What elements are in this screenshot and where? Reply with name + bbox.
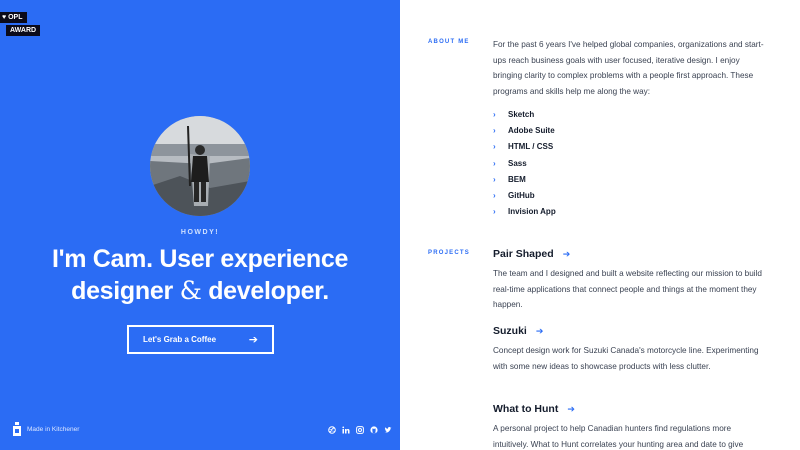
skill-label: Adobe Suite	[508, 125, 555, 135]
avatar-photo	[150, 116, 250, 216]
list-item: › HTML / CSS	[493, 139, 556, 155]
chevron-right-icon: ›	[493, 142, 496, 152]
grab-coffee-button[interactable]: Let's Grab a Coffee ➔	[127, 325, 274, 354]
headline-line2: designer & developer.	[0, 275, 400, 307]
chevron-right-icon: ›	[493, 125, 496, 135]
about-text: For the past 6 years I've helped global …	[493, 40, 764, 96]
headline-developer: developer.	[208, 277, 329, 305]
linkedin-icon[interactable]	[341, 425, 350, 434]
github-icon[interactable]	[369, 425, 378, 434]
kitchener-logo-icon	[13, 422, 21, 436]
chevron-right-icon: ›	[493, 109, 496, 119]
project-description: The team and I designed and built a webs…	[493, 269, 762, 310]
avatar	[150, 116, 250, 216]
arrow-right-icon: ➔	[535, 325, 544, 336]
chevron-right-icon: ›	[493, 207, 496, 217]
skills-list: › Sketch › Adobe Suite › HTML / CSS › Sass ›…	[493, 106, 556, 220]
project-pair-shaped: Pair Shaped ➔ The team and I designed an…	[493, 246, 768, 313]
list-item: › Sketch	[493, 106, 556, 122]
chevron-right-icon: ›	[493, 174, 496, 184]
skill-label: HTML / CSS	[508, 142, 554, 152]
skill-label: Invision App	[508, 207, 556, 217]
arrow-right-icon: ➔	[248, 334, 258, 346]
arrow-right-icon: ➔	[562, 248, 571, 259]
badge-line1: ♥ OPL	[0, 12, 27, 23]
project-what-to-hunt: What to Hunt ➔ A personal project to hel…	[493, 401, 768, 450]
arrow-right-icon: ➔	[567, 403, 575, 414]
project-title-link[interactable]: What to Hunt ➔	[493, 401, 768, 417]
twitter-icon[interactable]	[383, 425, 392, 434]
list-item: › BEM	[493, 171, 556, 187]
project-title-link[interactable]: Suzuki ➔	[493, 323, 768, 339]
hero-headline: I'm Cam. User experience designer & deve…	[0, 244, 400, 307]
headline-ampersand: &	[179, 276, 202, 305]
howdy-label: HOWDY!	[180, 229, 220, 236]
project-suzuki: Suzuki ➔ Concept design work for Suzuki …	[493, 323, 768, 374]
dribbble-icon[interactable]	[327, 425, 336, 434]
instagram-icon[interactable]	[355, 425, 364, 434]
list-item: › GitHub	[493, 187, 556, 203]
skill-label: Sass	[508, 158, 527, 168]
made-in-text: Made in Kitchener	[27, 425, 80, 433]
cta-label: Let's Grab a Coffee	[143, 335, 217, 344]
social-links	[327, 425, 392, 434]
list-item: › Invision App	[493, 204, 556, 220]
project-title-link[interactable]: Pair Shaped ➔	[493, 246, 768, 262]
chevron-right-icon: ›	[493, 191, 496, 201]
list-item: › Sass	[493, 155, 556, 171]
list-item: › Adobe Suite	[493, 122, 556, 138]
made-in-kitchener: Made in Kitchener	[12, 422, 79, 436]
about-me-label: ABOUT ME	[428, 39, 470, 45]
skill-label: Sketch	[508, 109, 535, 119]
hero-panel: ♥ OPL AWARD HOWDY! I'm Cam. User experie…	[0, 0, 400, 450]
headline-designer: designer	[71, 277, 173, 305]
chevron-right-icon: ›	[493, 158, 496, 168]
headline-line1: I'm Cam. User experience	[51, 245, 349, 273]
skill-label: GitHub	[508, 191, 535, 201]
project-description: Concept design work for Suzuki Canada's …	[493, 346, 759, 371]
project-title: What to Hunt	[493, 403, 559, 415]
badge-line2: AWARD	[6, 25, 41, 36]
content-panel: ABOUT ME For the past 6 years I've helpe…	[400, 0, 800, 450]
project-title: Suzuki	[493, 325, 527, 337]
project-description: A personal project to help Canadian hunt…	[493, 424, 744, 449]
skill-label: BEM	[508, 174, 526, 184]
projects-label: PROJECTS	[428, 250, 470, 256]
project-title: Pair Shaped	[493, 248, 554, 260]
opl-award-badge[interactable]: ♥ OPL AWARD	[0, 12, 41, 36]
